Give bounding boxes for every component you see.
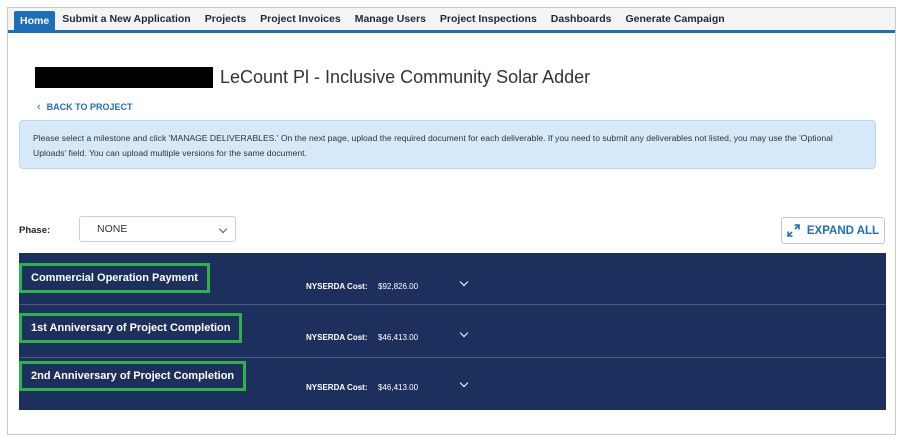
milestone-cost-value: $46,413.00 xyxy=(378,383,419,392)
milestone-row[interactable]: Commercial Operation Payment NYSERDA Cos… xyxy=(19,253,886,305)
expand-arrows-icon xyxy=(787,224,800,237)
info-banner: Please select a milestone and click 'MAN… xyxy=(19,120,876,169)
milestone-name: 1st Anniversary of Project Completion xyxy=(19,313,243,343)
redaction-box xyxy=(35,66,213,88)
milestone-name: Commercial Operation Payment xyxy=(19,263,210,293)
milestone-cost-label: NYSERDA Cost: xyxy=(306,383,368,392)
phase-select[interactable]: NONE xyxy=(79,216,236,242)
chevron-left-icon: ‹ xyxy=(37,101,41,113)
nav-project-inspections[interactable]: Project Inspections xyxy=(433,8,544,30)
nav-generate-campaign[interactable]: Generate Campaign xyxy=(618,8,731,30)
milestone-cost-label: NYSERDA Cost: xyxy=(306,333,368,342)
phase-label: Phase: xyxy=(19,225,51,236)
nav-project-invoices[interactable]: Project Invoices xyxy=(253,8,348,30)
nav-projects[interactable]: Projects xyxy=(198,8,253,30)
nav-home[interactable]: Home xyxy=(14,11,56,30)
milestone-cost-label: NYSERDA Cost: xyxy=(306,282,368,291)
nav-manage-users[interactable]: Manage Users xyxy=(348,8,433,30)
nav-dashboards[interactable]: Dashboards xyxy=(544,8,619,30)
expand-all-label: EXPAND ALL xyxy=(806,224,880,237)
milestone-cost-value: $92,826.00 xyxy=(378,282,419,291)
chevron-down-icon xyxy=(218,224,228,234)
chevron-down-icon[interactable] xyxy=(459,378,469,388)
page-header: LeCount Pl - Inclusive Community Solar A… xyxy=(35,64,590,90)
page-title: LeCount Pl - Inclusive Community Solar A… xyxy=(220,66,591,87)
back-to-project-link[interactable]: ‹ BACK TO PROJECT xyxy=(37,101,133,113)
milestone-name: 2nd Anniversary of Project Completion xyxy=(19,361,247,391)
expand-all-button[interactable]: EXPAND ALL xyxy=(781,217,885,244)
top-nav: Home Submit a New Application Projects P… xyxy=(8,8,895,33)
chevron-down-icon[interactable] xyxy=(459,328,469,338)
chevron-down-icon[interactable] xyxy=(459,277,469,287)
back-label: BACK TO PROJECT xyxy=(46,102,133,112)
milestone-row[interactable]: 2nd Anniversary of Project Completion NY… xyxy=(19,358,886,410)
phase-selected-value: NONE xyxy=(97,223,128,235)
nav-submit-application[interactable]: Submit a New Application xyxy=(55,8,198,30)
milestone-cost-value: $46,413.00 xyxy=(378,333,419,342)
milestone-list: Commercial Operation Payment NYSERDA Cos… xyxy=(19,253,886,410)
milestone-row[interactable]: 1st Anniversary of Project Completion NY… xyxy=(19,306,886,358)
